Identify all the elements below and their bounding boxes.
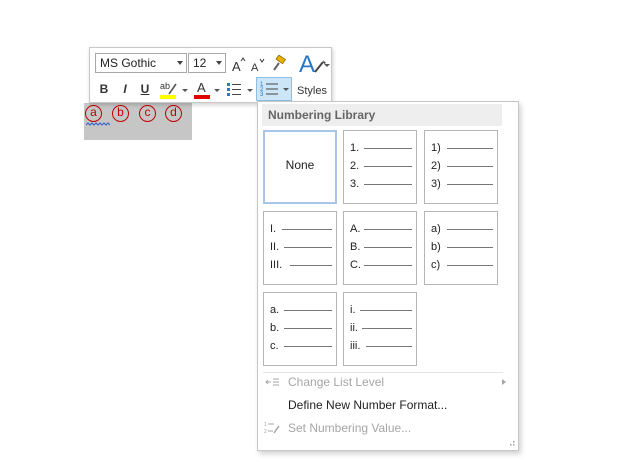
tile-item-label: b) bbox=[431, 241, 441, 253]
numbered-list-icon: 1 2 3 bbox=[260, 82, 278, 98]
svg-text:3: 3 bbox=[260, 92, 264, 98]
tile-item-label: iii. bbox=[350, 340, 361, 352]
font-color-button[interactable]: A bbox=[194, 80, 210, 100]
svg-text:1: 1 bbox=[264, 422, 267, 428]
numbering-library-title: Numbering Library bbox=[268, 108, 376, 122]
change-level-icon bbox=[265, 378, 279, 386]
chevron-down-icon bbox=[216, 61, 222, 65]
tile-item-label: 3) bbox=[431, 178, 441, 190]
shrink-font-button[interactable]: A bbox=[250, 57, 266, 74]
set-value-icon: 1 2 bbox=[264, 422, 280, 435]
numbering-tile-arabic-paren[interactable]: 1) 2) 3) bbox=[424, 130, 498, 204]
tile-item-label: b. bbox=[270, 322, 280, 334]
numbering-tile-alpha-lower-paren[interactable]: a) b) c) bbox=[424, 211, 498, 285]
define-new-number-format-label: Define New Number Format... bbox=[288, 398, 448, 412]
styles-icon: A bbox=[299, 51, 326, 78]
format-painter-icon bbox=[273, 54, 286, 71]
numbering-tile-roman-lower[interactable]: i. ii. iii. bbox=[343, 292, 417, 366]
define-new-number-format-item[interactable]: Define New Number Format... bbox=[258, 394, 516, 416]
underline-button[interactable]: U bbox=[139, 82, 151, 96]
svg-text:2: 2 bbox=[264, 429, 267, 435]
font-name-value: MS Gothic bbox=[100, 56, 157, 70]
tile-item-label: c. bbox=[270, 340, 279, 352]
numbering-tile-roman-upper[interactable]: I. II. III. bbox=[263, 211, 337, 285]
font-size-value: 12 bbox=[193, 56, 207, 70]
chevron-down-icon bbox=[324, 64, 330, 67]
svg-text:A: A bbox=[232, 59, 241, 74]
numbering-tile-arabic-dot[interactable]: 1. 2. 3. bbox=[343, 130, 417, 204]
tile-item-label: c) bbox=[431, 259, 441, 271]
styles-button[interactable]: A Styles bbox=[294, 50, 330, 100]
bold-button[interactable]: B bbox=[98, 82, 110, 96]
tile-item-label: a. bbox=[270, 304, 280, 316]
font-color-swatch bbox=[194, 95, 210, 99]
chevron-down-icon bbox=[283, 88, 289, 91]
chevron-right-icon bbox=[502, 379, 506, 385]
font-name-combo[interactable]: MS Gothic bbox=[95, 53, 187, 73]
bullet-list-icon bbox=[227, 83, 241, 96]
set-numbering-value-item[interactable]: 1 2 Set Numbering Value... bbox=[258, 417, 516, 439]
chevron-down-icon[interactable] bbox=[214, 89, 220, 92]
numbering-tile-alpha-lower-dot[interactable]: a. b. c. bbox=[263, 292, 337, 366]
numbering-button[interactable]: 1 2 3 bbox=[256, 77, 292, 101]
tile-item-label: a) bbox=[431, 223, 441, 235]
spelling-squiggle-icon bbox=[86, 122, 110, 126]
font-size-combo[interactable]: 12 bbox=[188, 53, 226, 73]
tile-item-label: II. bbox=[270, 241, 280, 253]
set-numbering-value-label: Set Numbering Value... bbox=[288, 421, 412, 435]
tile-item-label: I. bbox=[270, 223, 277, 235]
tile-item-label: 2) bbox=[431, 160, 441, 172]
svg-text:A: A bbox=[251, 62, 259, 74]
numbering-dropdown: Numbering Library None 1. 2. 3. 1) 2) 3)… bbox=[257, 101, 519, 451]
numbering-library-header: Numbering Library bbox=[262, 104, 502, 126]
grow-font-button[interactable]: A bbox=[231, 56, 247, 74]
resize-grip-icon[interactable] bbox=[507, 439, 515, 447]
chevron-down-icon[interactable] bbox=[247, 89, 253, 92]
tile-item-label: 1) bbox=[431, 142, 441, 154]
grow-font-icon: A bbox=[232, 57, 246, 74]
tile-item-label: C. bbox=[350, 259, 361, 271]
tile-item-label: 3. bbox=[350, 178, 360, 190]
bullets-button[interactable] bbox=[226, 81, 242, 97]
highlight-button[interactable]: ab bbox=[159, 78, 179, 100]
styles-label: Styles bbox=[297, 85, 327, 97]
tile-item-label: ii. bbox=[350, 322, 358, 334]
numbering-tile-none[interactable]: None bbox=[263, 130, 337, 204]
format-painter-button[interactable] bbox=[270, 54, 288, 73]
svg-text:ab: ab bbox=[160, 81, 170, 91]
shrink-font-icon: A bbox=[251, 58, 265, 74]
circled-letter-b: b bbox=[112, 105, 129, 122]
change-list-level-label: Change List Level bbox=[288, 375, 385, 389]
tile-item-label: A. bbox=[350, 223, 361, 235]
tile-item-label: 1. bbox=[350, 142, 360, 154]
font-color-label: A bbox=[197, 80, 206, 95]
change-list-level-item[interactable]: Change List Level bbox=[258, 371, 516, 393]
tile-none-label: None bbox=[285, 158, 315, 172]
numbering-tile-alpha-upper[interactable]: A. B. C. bbox=[343, 211, 417, 285]
tile-item-label: III. bbox=[270, 259, 283, 271]
circled-letter-d: d bbox=[165, 105, 182, 122]
tile-item-label: 2. bbox=[350, 160, 360, 172]
circled-letter-a: a bbox=[85, 105, 102, 122]
svg-text:A: A bbox=[299, 51, 315, 78]
tile-item-label: B. bbox=[350, 241, 361, 253]
chevron-down-icon bbox=[177, 61, 183, 65]
circled-letter-c: c bbox=[139, 105, 156, 122]
mini-toolbar: MS Gothic 12 A A A Styles B I U ab A bbox=[89, 47, 332, 103]
italic-button[interactable]: I bbox=[119, 82, 131, 96]
chevron-down-icon[interactable] bbox=[182, 89, 188, 92]
tile-item-label: i. bbox=[350, 304, 356, 316]
highlighter-icon: ab bbox=[160, 81, 177, 99]
